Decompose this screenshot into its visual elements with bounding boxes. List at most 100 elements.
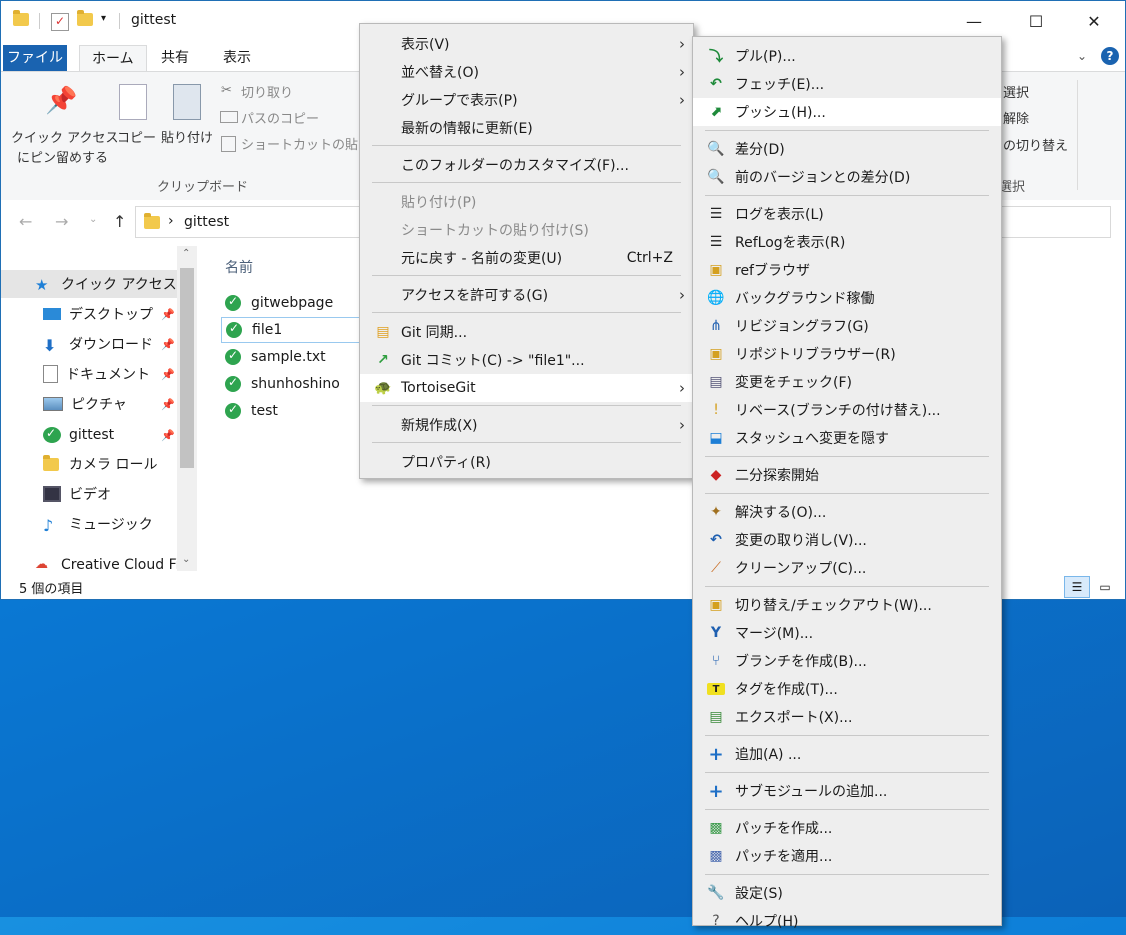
copy-button[interactable]: コピー xyxy=(117,127,156,146)
pin-icon[interactable]: 📌 xyxy=(161,308,175,321)
menu-item-revert[interactable]: ↶ 変更の取り消し(V)... xyxy=(693,526,1001,554)
nav-item-label: デスクトップ xyxy=(69,307,153,323)
nav-item-camera-roll[interactable]: カメラ ロール xyxy=(1,450,177,478)
scroll-thumb[interactable] xyxy=(180,268,194,468)
menu-item-tortoisegit[interactable]: 🐢 TortoiseGit › xyxy=(360,374,693,402)
forward-arrow-icon[interactable]: → xyxy=(55,212,68,231)
menu-item-properties[interactable]: プロパティ(R) xyxy=(360,448,693,476)
new-folder-icon[interactable] xyxy=(77,10,93,29)
help-icon[interactable]: ? xyxy=(1101,47,1119,65)
invert-selection-button[interactable]: の切り替え xyxy=(1003,135,1068,154)
menu-item-diff-prev[interactable]: 🔍 前のバージョンとの差分(D) xyxy=(693,163,1001,191)
breadcrumb-arrow[interactable]: › xyxy=(168,213,174,229)
menu-item-stash[interactable]: ⬓ スタッシュへ変更を隠す xyxy=(693,424,1001,452)
menu-item-show-log[interactable]: ☰ ログを表示(L) xyxy=(693,200,1001,228)
menu-item-resolve[interactable]: ✦ 解決する(O)... xyxy=(693,498,1001,526)
menu-separator xyxy=(705,456,989,457)
menu-item-create-patch[interactable]: ▩ パッチを作成... xyxy=(693,814,1001,842)
properties-icon[interactable]: ✓ xyxy=(51,13,69,31)
chevron-down-icon[interactable]: ⌄ xyxy=(1077,49,1087,63)
menu-item-switch-checkout[interactable]: ▣ 切り替え/チェックアウト(W)... xyxy=(693,591,1001,619)
nav-item-desktop[interactable]: デスクトップ 📌 xyxy=(1,300,177,328)
select-all-button[interactable]: 選択 xyxy=(1003,82,1029,101)
close-button[interactable]: ✕ xyxy=(1071,1,1117,41)
column-header-name[interactable]: 名前 xyxy=(225,257,253,277)
menu-item-revision-graph[interactable]: ⋔ リビジョングラフ(G) xyxy=(693,312,1001,340)
menu-item-diff[interactable]: 🔍 差分(D) xyxy=(693,135,1001,163)
recent-locations-icon[interactable]: ⌄ xyxy=(89,214,97,225)
pin-icon[interactable]: 📌 xyxy=(161,398,175,411)
menu-item-create-branch[interactable]: ⑂ ブランチを作成(B)... xyxy=(693,647,1001,675)
menu-item-check-changes[interactable]: ▤ 変更をチェック(F) xyxy=(693,368,1001,396)
diff-prev-icon: 🔍 xyxy=(707,169,725,185)
menu-item-add-submodule[interactable]: + サブモジュールの追加... xyxy=(693,777,1001,805)
menu-item-undo-rename[interactable]: 元に戻す - 名前の変更(U) Ctrl+Z xyxy=(360,244,693,272)
scroll-up-icon[interactable]: ⌃ xyxy=(182,248,190,259)
file-row[interactable]: shunhoshino xyxy=(225,371,340,397)
menu-item-refresh[interactable]: 最新の情報に更新(E) xyxy=(360,114,693,142)
tab-share[interactable]: 共有 xyxy=(149,45,201,71)
file-row[interactable]: test xyxy=(225,398,278,424)
scroll-down-icon[interactable]: ⌄ xyxy=(182,554,190,565)
nav-item-videos[interactable]: ビデオ xyxy=(1,480,177,508)
cut-button[interactable]: 切り取り xyxy=(241,82,293,101)
submodule-add-icon: + xyxy=(708,780,724,802)
menu-item-export[interactable]: ▤ エクスポート(X)... xyxy=(693,703,1001,731)
menu-item-rebase[interactable]: ! リベース(ブランチの付け替え)... xyxy=(693,396,1001,424)
menu-item-git-sync[interactable]: ▤ Git 同期... xyxy=(360,318,693,346)
chevron-right-icon: › xyxy=(679,63,685,81)
large-icons-view-icon[interactable]: ▭ xyxy=(1094,578,1116,596)
chevron-down-icon[interactable]: ▾ xyxy=(101,13,106,24)
back-arrow-icon[interactable]: ← xyxy=(19,212,32,231)
menu-item-settings[interactable]: 🔧 設定(S) xyxy=(693,879,1001,907)
menu-item-cleanup[interactable]: ⟋ クリーンアップ(C)... xyxy=(693,554,1001,582)
menu-item-apply-patch[interactable]: ▩ パッチを適用... xyxy=(693,842,1001,870)
nav-item-documents[interactable]: ドキュメント 📌 xyxy=(1,360,177,388)
tab-view[interactable]: 表示 xyxy=(211,45,263,71)
menu-item-daemon[interactable]: 🌐 バックグラウンド稼働 xyxy=(693,284,1001,312)
menu-item-create-tag[interactable]: T タグを作成(T)... xyxy=(693,675,1001,703)
menu-item-give-access[interactable]: アクセスを許可する(G) › xyxy=(360,281,693,309)
details-view-icon[interactable]: ☰ xyxy=(1064,576,1090,598)
nav-item-pictures[interactable]: ピクチャ 📌 xyxy=(1,390,177,418)
menu-item-git-commit[interactable]: ↗ Git コミット(C) -> "file1"... xyxy=(360,346,693,374)
menu-item-add[interactable]: + 追加(A) ... xyxy=(693,740,1001,768)
up-arrow-icon[interactable]: ↑ xyxy=(113,212,126,231)
copy-path-button[interactable]: パスのコピー xyxy=(241,108,319,127)
tortoisegit-icon: 🐢 xyxy=(374,380,392,396)
breadcrumb-gittest[interactable]: gittest xyxy=(184,214,229,230)
menu-item-new[interactable]: 新規作成(X) › xyxy=(360,411,693,439)
paste-button[interactable]: 貼り付け xyxy=(161,127,213,146)
menu-item-fetch[interactable]: ↶ フェッチ(E)... xyxy=(693,70,1001,98)
pin-to-quick-access-button[interactable]: クイック アクセス xyxy=(11,127,118,146)
menu-item-view[interactable]: 表示(V) › xyxy=(360,30,693,58)
file-name: file1 xyxy=(252,322,283,338)
nav-scrollbar[interactable]: ⌃ ⌄ xyxy=(177,246,197,571)
pin-icon[interactable]: 📌 xyxy=(161,429,175,442)
file-row[interactable]: gitwebpage xyxy=(225,290,333,316)
menu-item-sort[interactable]: 並べ替え(O) › xyxy=(360,58,693,86)
minimize-button[interactable]: — xyxy=(951,1,997,41)
menu-item-ref-browser[interactable]: ▣ refブラウザ xyxy=(693,256,1001,284)
menu-item-push[interactable]: ⬈ プッシュ(H)... xyxy=(693,98,1001,126)
nav-item-quick-access[interactable]: ★ クイック アクセス xyxy=(1,270,177,298)
menu-item-bisect[interactable]: ◆ 二分探索開始 xyxy=(693,461,1001,489)
nav-item-music[interactable]: ♪ ミュージック xyxy=(1,510,177,538)
pin-icon[interactable]: 📌 xyxy=(161,368,175,381)
maximize-button[interactable]: ☐ xyxy=(1013,1,1059,41)
menu-item-pull[interactable]: ⤵ プル(P)... xyxy=(693,42,1001,70)
menu-item-show-reflog[interactable]: ☰ RefLogを表示(R) xyxy=(693,228,1001,256)
file-row-selected[interactable]: file1 xyxy=(221,317,367,343)
tab-file[interactable]: ファイル xyxy=(3,45,67,71)
menu-item-help[interactable]: ? ヘルプ(H) xyxy=(693,907,1001,935)
menu-item-repo-browser[interactable]: ▣ リポジトリブラウザー(R) xyxy=(693,340,1001,368)
pin-icon[interactable]: 📌 xyxy=(161,338,175,351)
nav-item-gittest[interactable]: gittest 📌 xyxy=(1,421,177,449)
file-row[interactable]: sample.txt xyxy=(225,344,326,370)
menu-item-merge[interactable]: Y マージ(M)... xyxy=(693,619,1001,647)
tab-home[interactable]: ホーム xyxy=(79,45,147,72)
select-none-button[interactable]: 解除 xyxy=(1003,108,1029,127)
menu-item-group[interactable]: グループで表示(P) › xyxy=(360,86,693,114)
menu-item-customize-folder[interactable]: このフォルダーのカスタマイズ(F)... xyxy=(360,151,693,179)
nav-item-downloads[interactable]: ⬇ ダウンロード 📌 xyxy=(1,330,177,358)
